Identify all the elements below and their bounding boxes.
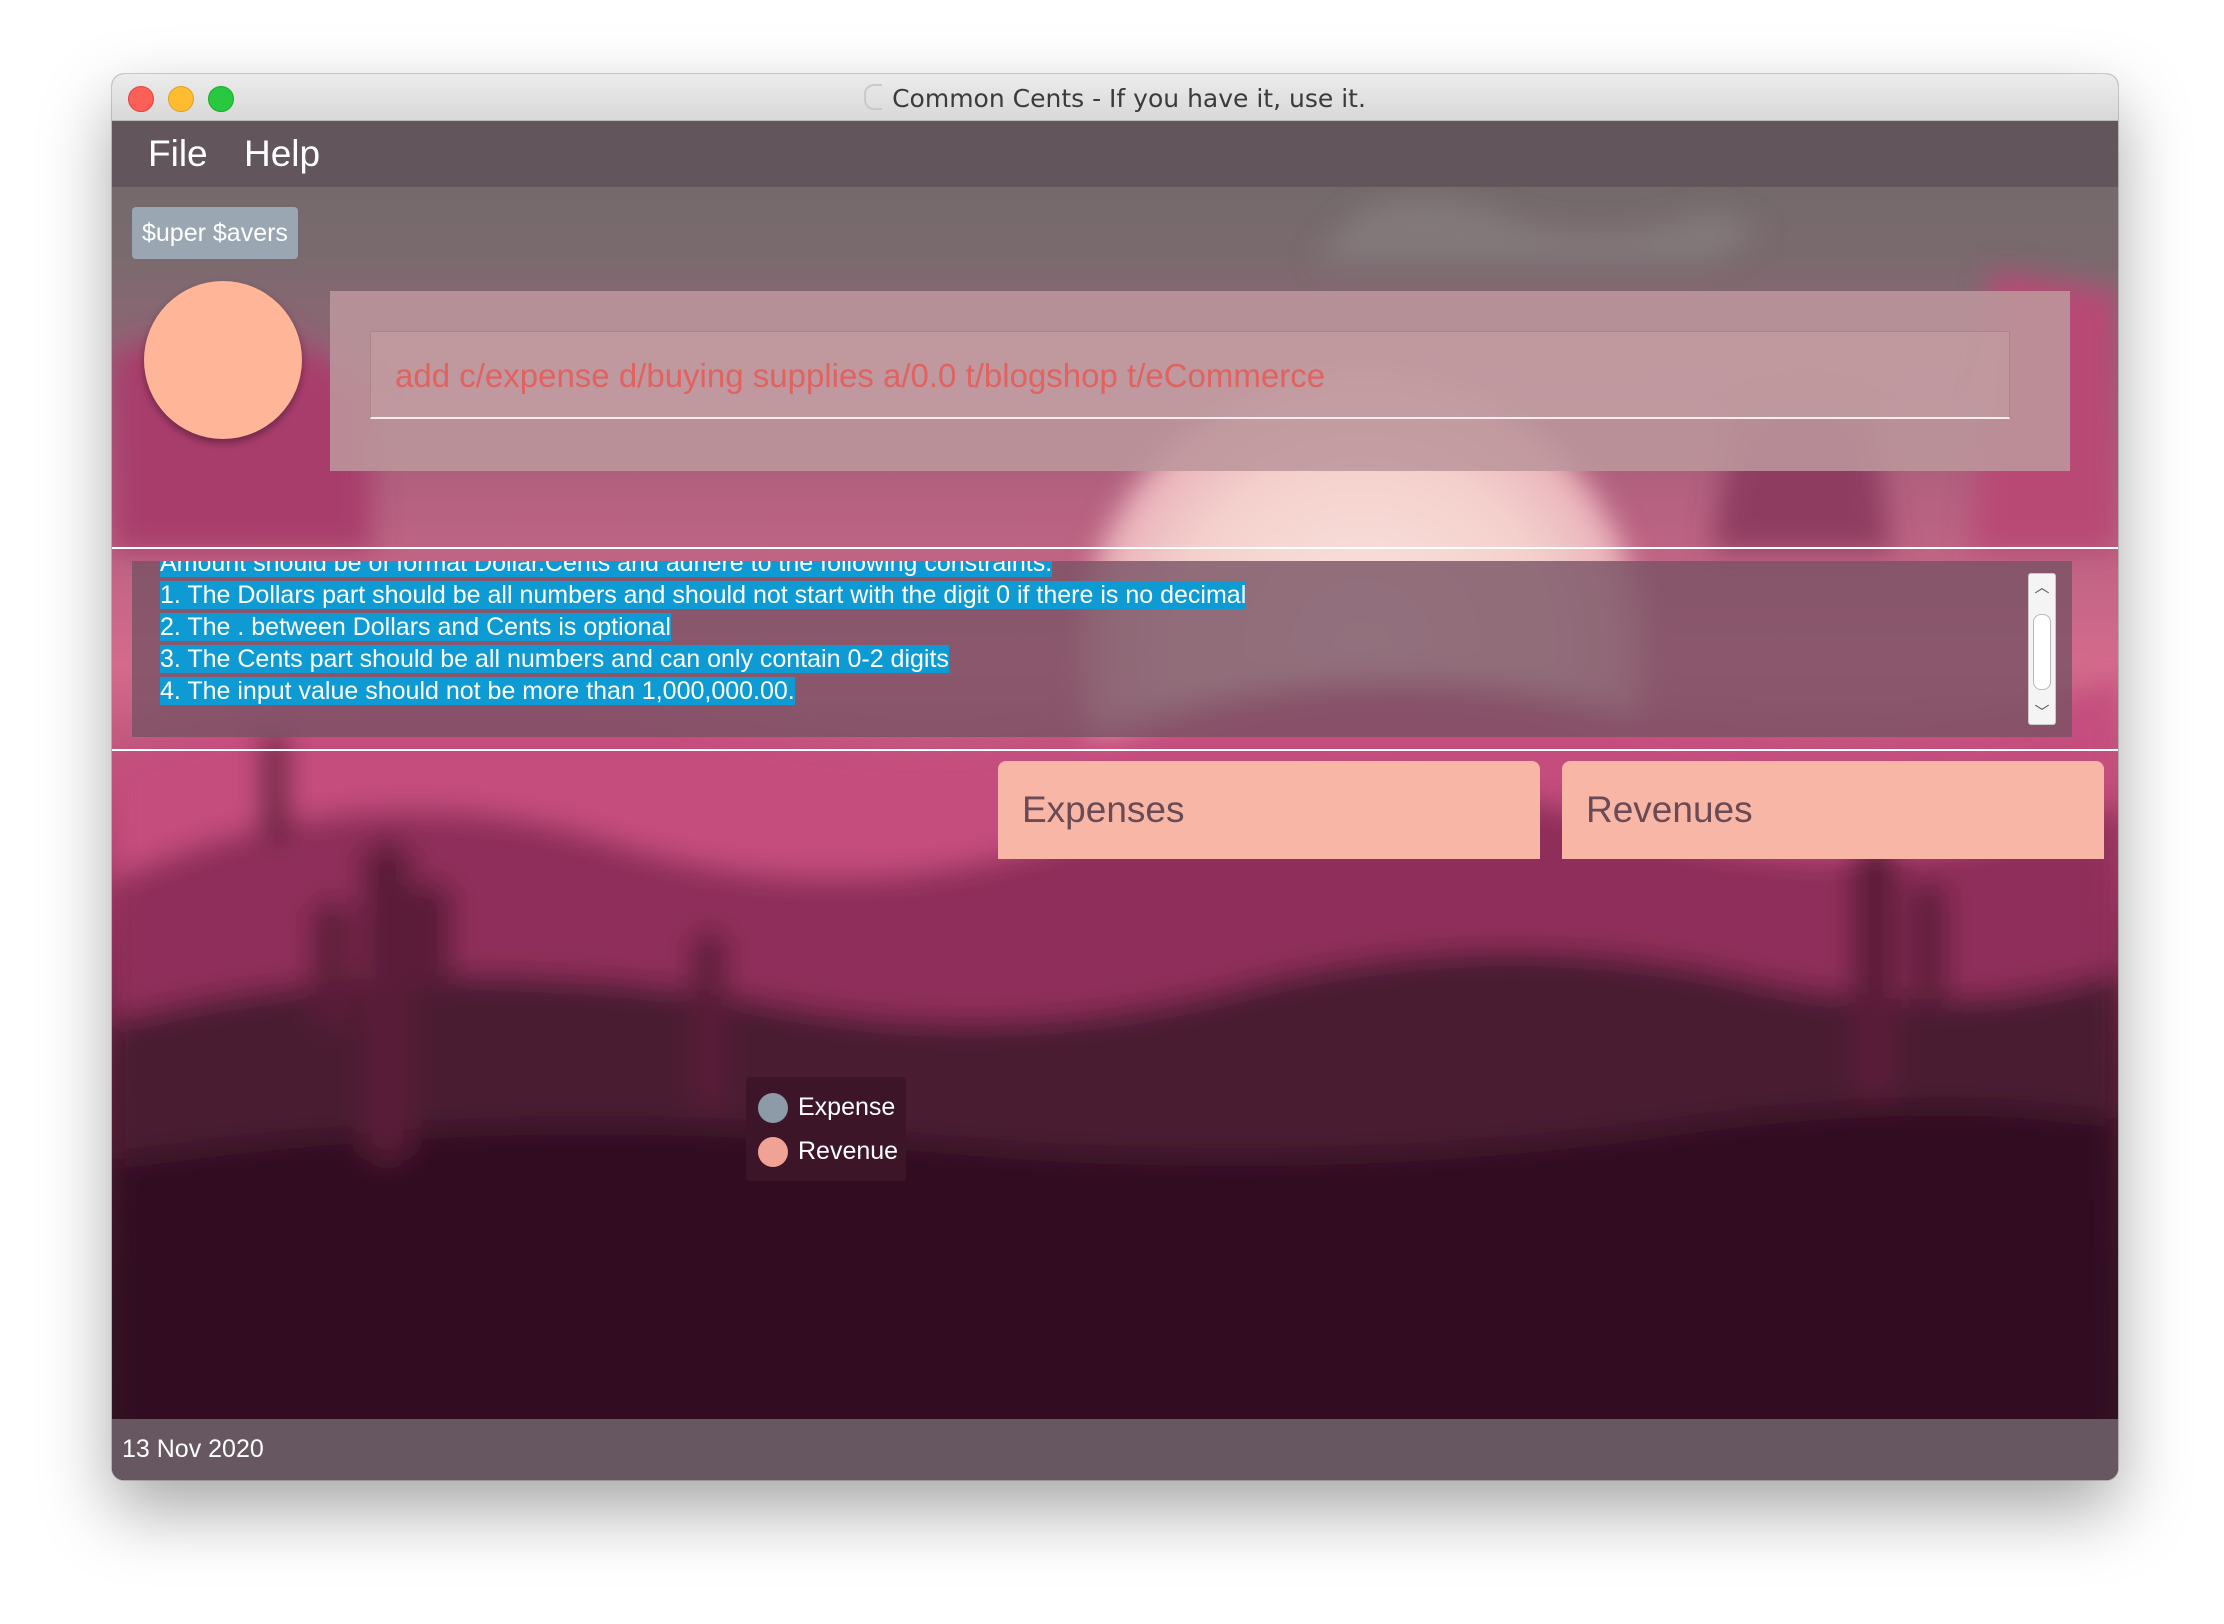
command-panel: add c/expense d/buying supplies a/0.0 t/… [330, 291, 2070, 471]
window-title: Common Cents - If you have it, use it. [112, 84, 2118, 113]
app-window: Common Cents - If you have it, use it. F… [112, 74, 2118, 1480]
status-date: 13 Nov 2020 [122, 1435, 264, 1463]
legend-item-expense: Expense [746, 1087, 906, 1131]
scroll-up-icon[interactable]: ︿ [2029, 576, 2055, 597]
result-display[interactable]: Amount should be of format Dollar.Cents … [132, 561, 2072, 737]
legend-item-revenue: Revenue [746, 1131, 906, 1175]
revenues-panel-header[interactable]: Revenues [1562, 761, 2104, 859]
legend-label-expense: Expense [798, 1093, 896, 1121]
result-line: 4. The input value should not be more th… [160, 677, 795, 705]
app-content: File Help $uper $avers add c/expense d/b… [112, 121, 2118, 1480]
menu-bar: File Help [112, 121, 2118, 187]
legend-swatch-revenue [758, 1137, 788, 1167]
menu-help[interactable]: Help [244, 133, 320, 175]
result-scrollbar[interactable]: ︿ ﹀ [2028, 573, 2056, 725]
app-icon [864, 84, 883, 110]
title-bar: Common Cents - If you have it, use it. [112, 74, 2118, 121]
legend-label-revenue: Revenue [798, 1137, 899, 1165]
team-badge: $uper $avers [132, 207, 298, 259]
legend-swatch-expense [758, 1093, 788, 1123]
chart-legend: Expense Revenue [746, 1077, 906, 1181]
scroll-down-icon[interactable]: ﹀ [2029, 701, 2055, 722]
window-title-text: Common Cents - If you have it, use it. [892, 84, 1366, 113]
result-line: 2. The . between Dollars and Cents is op… [160, 613, 671, 641]
avatar [144, 281, 302, 439]
result-line: 3. The Cents part should be all numbers … [160, 645, 949, 673]
result-display-area: Amount should be of format Dollar.Cents … [112, 547, 2118, 751]
expenses-panel-header[interactable]: Expenses [998, 761, 1540, 859]
status-bar: 13 Nov 2020 [112, 1419, 2118, 1480]
result-line: Amount should be of format Dollar.Cents … [160, 561, 1246, 579]
scroll-thumb[interactable] [2033, 614, 2051, 690]
result-line: 1. The Dollars part should be all number… [160, 581, 1247, 609]
menu-file[interactable]: File [148, 133, 208, 175]
command-input[interactable]: add c/expense d/buying supplies a/0.0 t/… [370, 331, 2010, 419]
result-text: Amount should be of format Dollar.Cents … [160, 561, 1247, 707]
